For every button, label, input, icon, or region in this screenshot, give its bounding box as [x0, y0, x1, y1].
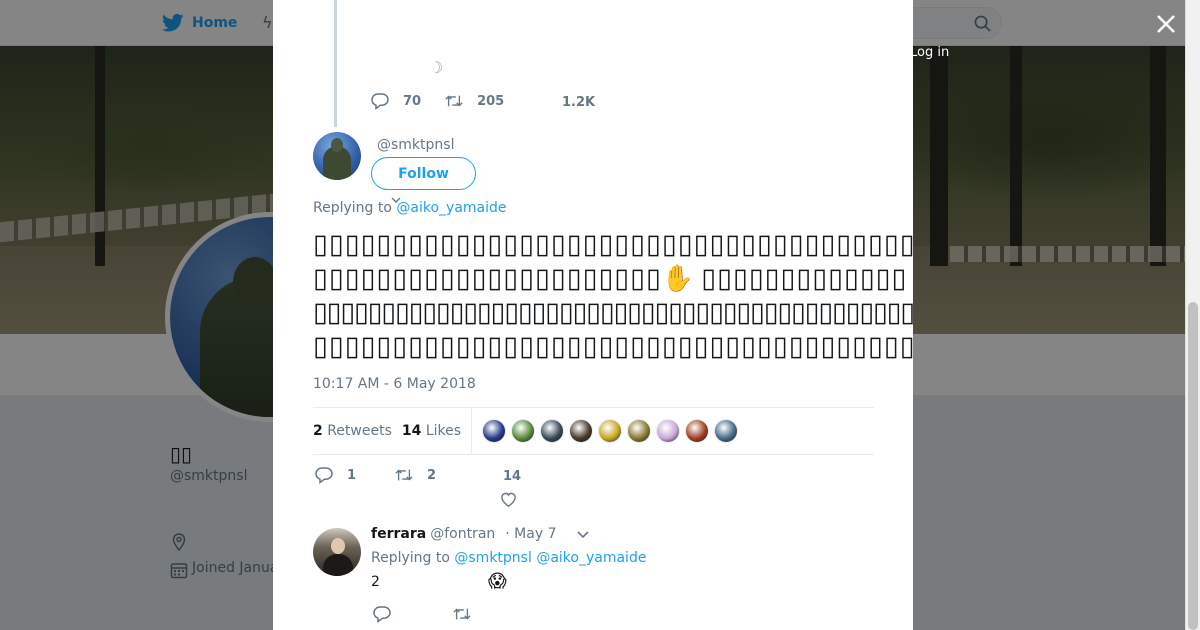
- retweets-number: 2: [313, 423, 323, 439]
- tweet-text-segment: ▯▯▯▯▯▯▯▯▯▯▯▯▯▯▯▯▯▯▯▯▯▯: [313, 263, 662, 294]
- scrollbar-thumb[interactable]: [1188, 302, 1198, 630]
- tweet-text-line: ▯▯▯▯▯▯▯▯▯▯▯▯▯▯▯▯▯▯▯▯▯▯ ✋ ▯▯▯▯▯▯▯▯▯▯▯▯▯ ✋: [313, 262, 913, 296]
- reply-replying-link-2[interactable]: @aiko_yamaide: [536, 550, 646, 566]
- tweet-text-segment: ▯▯▯▯▯▯▯▯▯▯▯▯▯▯▯▯▯▯▯▯▯▯▯▯▯▯▯▯▯▯▯▯▯▯▯▯▯▯▯▯…: [313, 331, 913, 362]
- previous-retweet-count: 205: [477, 93, 505, 109]
- replying-to: Replying to @aiko_yamaide: [313, 200, 507, 216]
- tweet-text-line: ▯▯▯▯▯▯▯▯▯▯▯▯▯▯▯▯▯▯▯▯▯▯▯▯▯▯▯▯▯▯▯▯▯▯▯▯▯▯▯▯…: [313, 330, 913, 364]
- tweet-author-handle[interactable]: @smktpnsl: [377, 137, 454, 153]
- reply-replying-link-1[interactable]: @smktpnsl: [454, 550, 531, 566]
- page-scrollbar[interactable]: [1185, 0, 1200, 630]
- scream-emoji: 😱: [488, 571, 507, 592]
- raised-hand-emoji: ✋: [661, 264, 696, 294]
- previous-retweet-button[interactable]: 205: [445, 92, 504, 110]
- retweet-button[interactable]: 2: [395, 466, 436, 484]
- likes-number: 14: [401, 423, 422, 439]
- tweet-text-line: ▯▯▯▯▯▯▯▯▯▯▯▯▯▯▯▯▯▯▯▯▯▯▯▯▯▯▯▯▯▯▯▯▯▯▯▯▯▯▯▯…: [313, 228, 913, 262]
- tweet-author-avatar[interactable]: [313, 132, 361, 180]
- follow-button[interactable]: Follow: [371, 157, 476, 190]
- reply-author-name[interactable]: ferrara: [371, 526, 426, 542]
- like-count: 14: [503, 469, 522, 484]
- replying-to-link[interactable]: @aiko_yamaide: [396, 200, 506, 216]
- liker-avatar[interactable]: [627, 419, 652, 443]
- moon-emoji: ☽: [429, 58, 444, 77]
- retweet-icon: [395, 469, 413, 481]
- liker-avatar[interactable]: [685, 419, 710, 443]
- reply-icon: [371, 93, 389, 110]
- likes-stat[interactable]: 14 Likes: [402, 423, 461, 439]
- reply-replying-prefix: Replying to: [371, 550, 450, 566]
- tweet-modal: ☽ 70 205 1.2K @smktpnsl Follow Replying …: [273, 0, 913, 630]
- previous-reply-button[interactable]: 70: [371, 92, 421, 110]
- liker-avatar[interactable]: [540, 419, 565, 443]
- tweet-text-segment: ▯▯▯▯▯▯▯▯▯▯▯▯▯▯▯▯▯▯▯▯▯▯▯▯▯▯▯▯▯▯▯▯▯▯▯▯▯▯▯▯…: [313, 229, 913, 260]
- raised-hand-emoji: ✋: [907, 264, 913, 294]
- tweet-timestamp[interactable]: 10:17 AM - 6 May 2018: [313, 376, 476, 392]
- liker-avatar[interactable]: [714, 419, 739, 443]
- reply-header: ferrara @fontran · May 7: [371, 526, 556, 542]
- tweet-text-line: ▯▯▯▯▯▯▯▯▯▯▯▯▯▯▯▯▯▯▯▯▯▯▯▯▯▯▯▯▯▯▯▯▯▯▯▯▯▯▯▯…: [313, 296, 913, 330]
- tweet-text-segment: ▯▯▯▯▯▯▯▯▯▯▯▯▯: [701, 263, 908, 294]
- retweet-icon: [445, 95, 463, 107]
- liker-avatar[interactable]: [482, 419, 507, 443]
- likes-label: Likes: [425, 423, 462, 439]
- reply-icon: [315, 467, 333, 484]
- retweet-icon[interactable]: [453, 605, 471, 623]
- liker-avatar[interactable]: [656, 419, 681, 443]
- reply-icon[interactable]: [373, 605, 391, 623]
- liker-avatar[interactable]: [511, 419, 536, 443]
- liker-avatar[interactable]: [569, 419, 594, 443]
- reply-author-avatar[interactable]: [313, 528, 361, 576]
- heart-icon[interactable]: [500, 491, 517, 508]
- reply-button[interactable]: 1: [315, 466, 356, 484]
- replying-prefix: Replying to: [313, 200, 392, 216]
- thread-line: [334, 0, 337, 127]
- stats-divider: [471, 407, 473, 455]
- tweet-text-segment: ▯▯▯▯▯▯▯▯▯▯▯▯▯▯▯▯▯▯▯▯▯▯▯▯▯▯▯▯▯▯▯▯▯▯▯▯▯▯▯▯…: [313, 297, 913, 328]
- reply-count: 1: [347, 467, 357, 483]
- reply-text: 2: [371, 574, 380, 590]
- retweet-count: 2: [427, 467, 437, 483]
- retweets-stat[interactable]: 2 Retweets: [313, 423, 392, 439]
- chevron-down-icon[interactable]: [577, 531, 589, 539]
- previous-like-count: 1.2K: [562, 95, 596, 110]
- tweet-stats: 2 Retweets 14 Likes: [313, 407, 874, 455]
- retweets-label: Retweets: [327, 423, 392, 439]
- tweet-text: ▯▯▯▯▯▯▯▯▯▯▯▯▯▯▯▯▯▯▯▯▯▯▯▯▯▯▯▯▯▯▯▯▯▯▯▯▯▯ ▯▯…: [313, 228, 913, 364]
- reply-author-handle[interactable]: @fontran: [430, 526, 495, 542]
- liker-avatar[interactable]: [598, 419, 623, 443]
- liker-avatars: [482, 419, 739, 443]
- close-icon[interactable]: [1152, 10, 1180, 38]
- previous-tweet-actions: 70 205: [371, 92, 504, 110]
- reply-date[interactable]: · May 7: [505, 526, 556, 542]
- previous-reply-count: 70: [403, 93, 422, 109]
- reply-replying-to: Replying to @smktpnsl @aiko_yamaide: [371, 550, 646, 566]
